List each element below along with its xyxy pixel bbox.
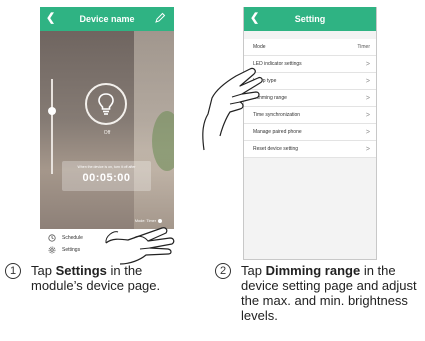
tapping-hand-icon [105,227,175,265]
settings-row-label: Mode [253,44,266,50]
device-control-panel: Off When the device is on, turn it off a… [40,31,174,229]
menu-item-label: Schedule [62,235,83,241]
chevron-right-icon: > [365,128,370,136]
auto-off-timer[interactable]: When the device is on, turn it off after… [62,161,151,191]
step-emphasis: Settings [55,263,107,278]
brightness-slider-knob[interactable] [48,107,56,115]
chevron-right-icon: > [365,60,370,68]
settings-row-value: Timer [357,44,370,50]
timer-value: 00:05:00 [82,172,131,184]
chevron-right-icon: > [365,94,370,102]
step-number-badge: 1 [5,263,21,279]
chevron-right-icon: > [365,77,370,85]
chevron-right-icon: > [365,111,370,119]
bulb-state-label: Off [103,130,111,136]
step-number-badge: 2 [215,263,231,279]
tapping-hand-icon [202,67,263,151]
settings-header: ❮ Setting [244,7,376,31]
power-toggle-button[interactable] [85,83,127,125]
gear-icon [48,246,56,254]
step-instruction: Tap Settings in the module’s device page… [31,263,161,293]
timer-caption: When the device is on, turn it off after [77,165,136,169]
back-icon[interactable]: ❮ [46,11,55,25]
chevron-right-icon: > [365,145,370,153]
step-instruction: Tap Dimming range in the device setting … [241,263,417,323]
clock-icon [48,234,56,242]
settings-row-mode[interactable]: Mode Timer [244,39,376,56]
menu-item-label: Settings [62,247,81,253]
settings-title: Setting [294,14,326,24]
lightbulb-icon [98,93,114,115]
step-emphasis: Dimming range [265,263,361,278]
background-plant [152,111,174,171]
edit-icon[interactable] [154,12,166,24]
device-page-header: ❮ Device name [40,7,174,31]
device-name-title: Device name [79,14,135,24]
brightness-slider[interactable] [51,79,53,174]
back-icon[interactable]: ❮ [250,11,259,25]
